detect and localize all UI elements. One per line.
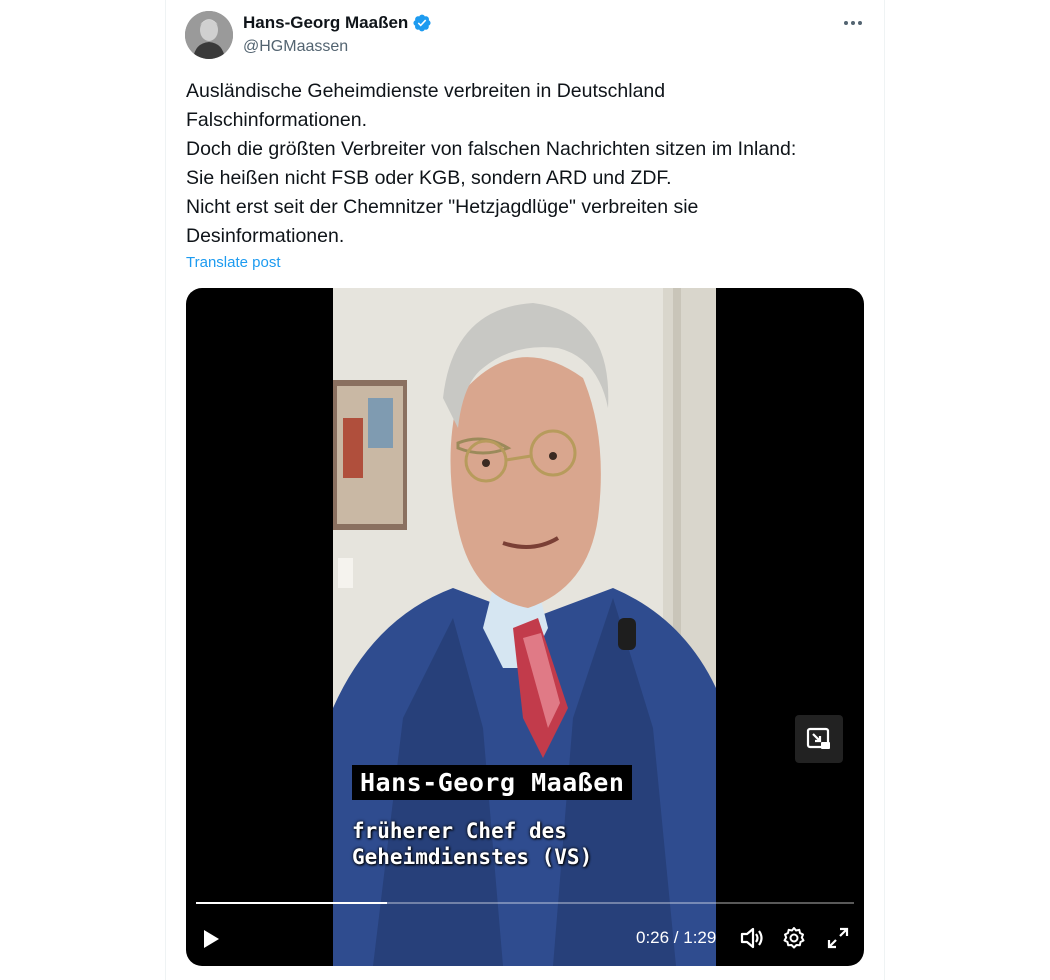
- picture-in-picture-button[interactable]: [795, 715, 843, 763]
- post-text-line: Desinformationen.: [186, 225, 345, 247]
- video-caption-subtitle: früherer Chef des Geheimdienstes (VS): [352, 818, 592, 870]
- avatar-image: [185, 11, 233, 59]
- column-border-left: [165, 0, 166, 980]
- play-button[interactable]: [196, 924, 226, 954]
- post-text-line: Falschinformationen.: [186, 109, 368, 131]
- author-display-name[interactable]: Hans-Georg Maaßen: [243, 13, 408, 33]
- fullscreen-button[interactable]: [823, 923, 853, 953]
- fullscreen-icon: [827, 927, 849, 949]
- post-text-line: Sie heißen nicht FSB oder KGB, sondern A…: [186, 167, 672, 189]
- progress-bar[interactable]: [196, 902, 854, 904]
- volume-button[interactable]: [737, 923, 767, 953]
- video-caption-name: Hans-Georg Maaßen: [352, 765, 633, 800]
- video-caption-line: früherer Chef des: [352, 819, 567, 843]
- volume-icon: [740, 927, 763, 949]
- progress-bar-fill: [196, 902, 387, 904]
- verified-badge-icon[interactable]: [412, 13, 432, 33]
- post-text-line: Nicht erst seit der Chemnitzer "Hetzjagd…: [186, 196, 699, 218]
- video-caption-line: Geheimdienstes (VS): [352, 845, 593, 869]
- post-text-line: Doch die größten Verbreiter von falschen…: [186, 138, 797, 160]
- more-horizontal-icon: [844, 21, 862, 25]
- post-text-line: Ausländische Geheimdienste verbreiten in…: [186, 80, 666, 102]
- video-controls: 0:26 / 1:29: [186, 918, 864, 958]
- settings-button[interactable]: [779, 923, 809, 953]
- play-icon: [204, 930, 219, 948]
- translate-post-link[interactable]: Translate post: [186, 254, 281, 271]
- avatar[interactable]: [185, 11, 233, 59]
- column-border-right: [884, 0, 885, 980]
- author-name-row: Hans-Georg Maaßen: [243, 13, 432, 33]
- more-options-button[interactable]: [838, 10, 868, 36]
- author-handle[interactable]: @HGMaassen: [243, 38, 348, 56]
- video-player[interactable]: Hans-Georg Maaßen früherer Chef des Gehe…: [186, 288, 864, 966]
- settings-icon: [783, 927, 805, 949]
- picture-in-picture-icon: [806, 727, 830, 749]
- video-time-display: 0:26 / 1:29: [636, 928, 717, 947]
- post-text: Ausländische Geheimdienste verbreiten in…: [186, 77, 866, 251]
